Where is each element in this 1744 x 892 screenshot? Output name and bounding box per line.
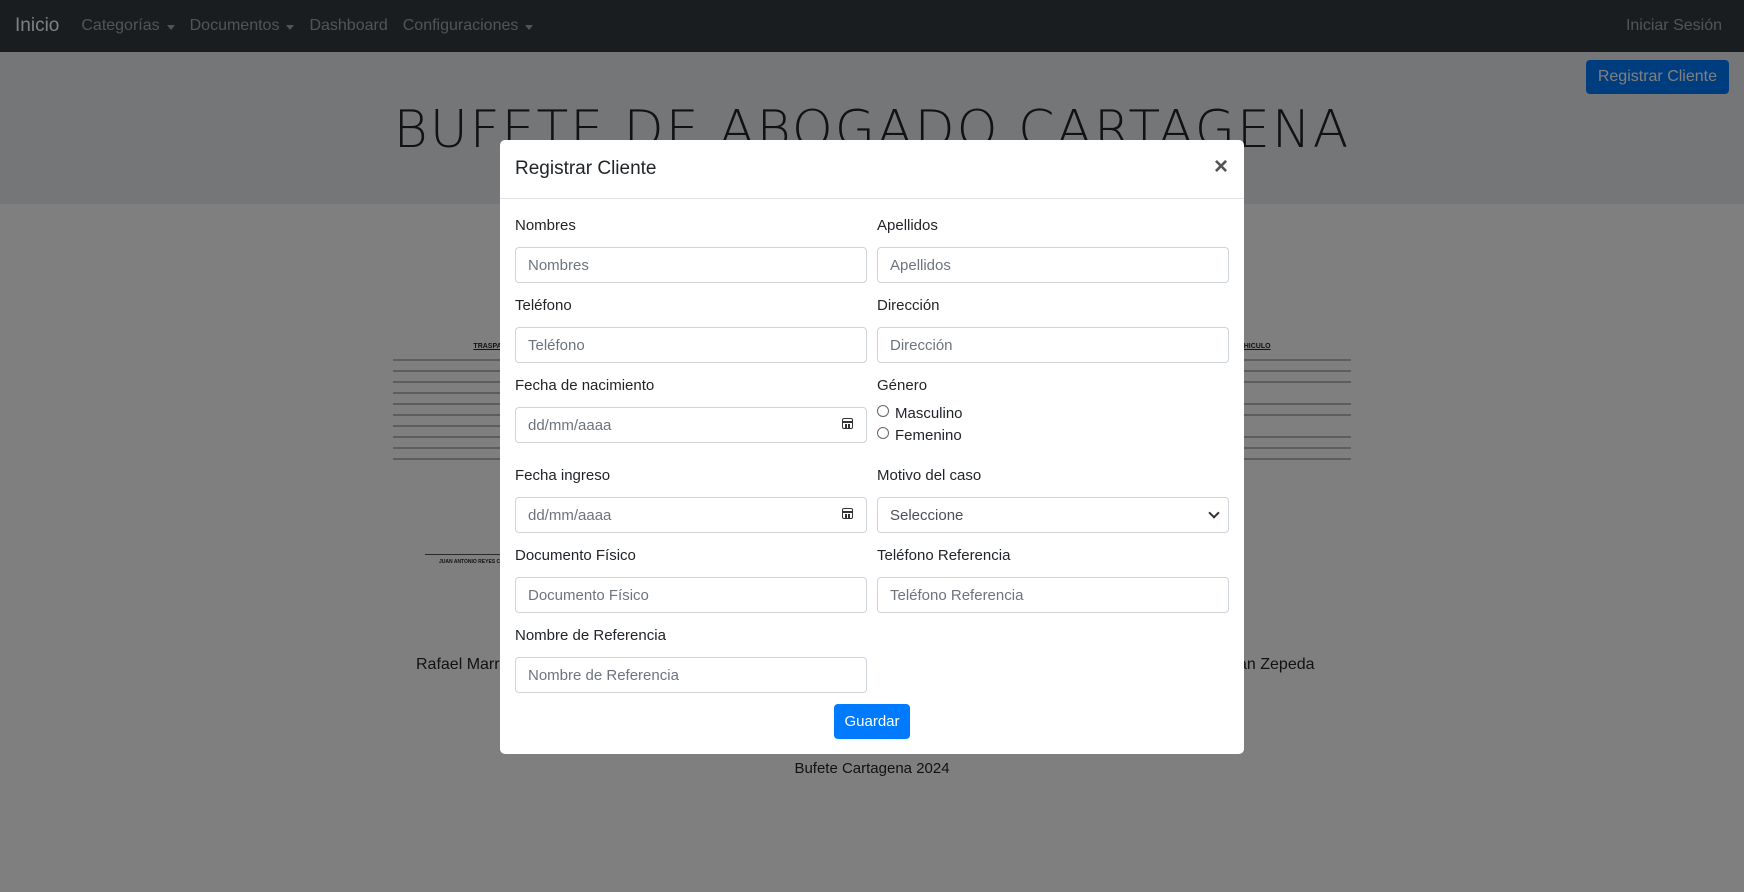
genero-masculino-option[interactable]: Masculino bbox=[877, 402, 1229, 424]
femenino-label: Femenino bbox=[895, 426, 962, 444]
documento-input[interactable]: Documento Físico bbox=[515, 577, 867, 613]
close-icon[interactable]: × bbox=[1214, 155, 1228, 179]
telefono-input[interactable]: Teléfono bbox=[515, 327, 867, 363]
fecha-nacimiento-input[interactable]: dd/mm/aaaa bbox=[515, 407, 867, 443]
direccion-input[interactable]: Dirección bbox=[877, 327, 1229, 363]
nombre-ref-group: Nombre de Referencia Nombre de Referenci… bbox=[515, 624, 867, 693]
genero-group: Género Masculino Femenino bbox=[877, 374, 1229, 446]
nombres-group: Nombres Nombres bbox=[515, 214, 867, 283]
fecha-nacimiento-value: dd/mm/aaaa bbox=[528, 416, 612, 434]
calendar-icon[interactable] bbox=[842, 418, 853, 429]
documento-label: Documento Físico bbox=[515, 547, 636, 564]
fecha-ingreso-input[interactable]: dd/mm/aaaa bbox=[515, 497, 867, 533]
save-button[interactable]: Guardar bbox=[834, 704, 910, 739]
fecha-ingreso-label: Fecha ingreso bbox=[515, 467, 611, 484]
nombres-label: Nombres bbox=[515, 217, 576, 234]
documento-group: Documento Físico Documento Físico bbox=[515, 544, 867, 613]
motivo-selected-value: Seleccione bbox=[890, 506, 964, 524]
radio-masculino[interactable] bbox=[877, 405, 889, 417]
fecha-ingreso-group: Fecha ingreso dd/mm/aaaa bbox=[515, 464, 867, 533]
telefono-ref-input[interactable]: Teléfono Referencia bbox=[877, 577, 1229, 613]
apellidos-group: Apellidos Apellidos bbox=[877, 214, 1229, 283]
register-client-modal: Registrar Cliente × Nombres Nombres Apel… bbox=[500, 140, 1244, 754]
direccion-group: Dirección Dirección bbox=[877, 294, 1229, 363]
modal-header: Registrar Cliente × bbox=[500, 140, 1244, 199]
nombre-ref-input[interactable]: Nombre de Referencia bbox=[515, 657, 867, 693]
motivo-label: Motivo del caso bbox=[877, 467, 982, 484]
chevron-down-icon bbox=[1208, 507, 1220, 519]
radio-femenino[interactable] bbox=[877, 427, 889, 439]
calendar-icon[interactable] bbox=[842, 508, 853, 519]
nombre-ref-label: Nombre de Referencia bbox=[515, 627, 666, 644]
telefono-label: Teléfono bbox=[515, 297, 572, 314]
genero-label: Género bbox=[877, 377, 928, 394]
fecha-ingreso-value: dd/mm/aaaa bbox=[528, 506, 612, 524]
fecha-nacimiento-label: Fecha de nacimiento bbox=[515, 377, 655, 394]
telefono-group: Teléfono Teléfono bbox=[515, 294, 867, 363]
telefono-ref-group: Teléfono Referencia Teléfono Referencia bbox=[877, 544, 1229, 613]
motivo-group: Motivo del caso Seleccione bbox=[877, 464, 1229, 533]
direccion-label: Dirección bbox=[877, 297, 940, 314]
apellidos-label: Apellidos bbox=[877, 217, 938, 234]
motivo-select[interactable]: Seleccione bbox=[877, 497, 1229, 533]
telefono-ref-label: Teléfono Referencia bbox=[877, 547, 1011, 564]
fecha-nacimiento-group: Fecha de nacimiento dd/mm/aaaa bbox=[515, 374, 867, 443]
genero-femenino-option[interactable]: Femenino bbox=[877, 424, 1229, 446]
modal-title: Registrar Cliente bbox=[515, 158, 657, 179]
masculino-label: Masculino bbox=[895, 404, 963, 422]
apellidos-input[interactable]: Apellidos bbox=[877, 247, 1229, 283]
nombres-input[interactable]: Nombres bbox=[515, 247, 867, 283]
